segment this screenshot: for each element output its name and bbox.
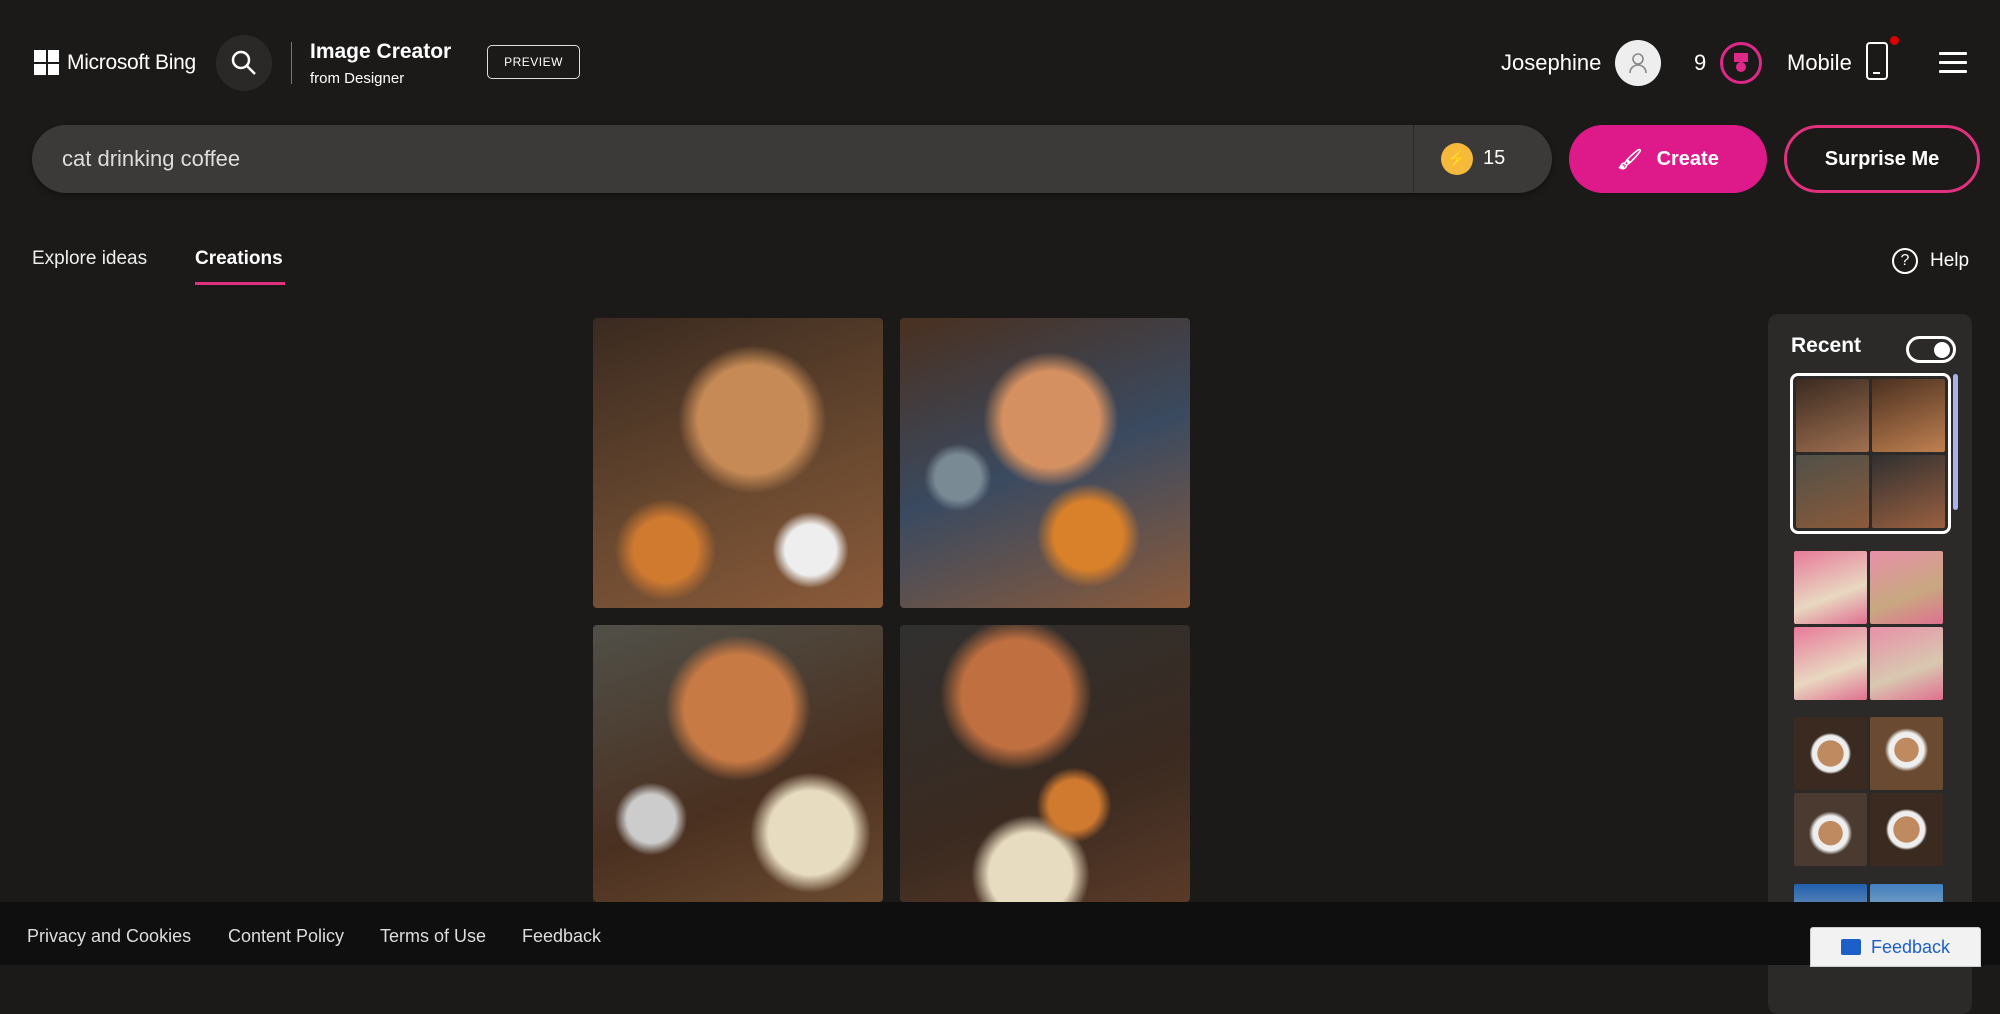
feedback-label: Feedback bbox=[1870, 936, 1951, 957]
avatar[interactable] bbox=[1615, 40, 1661, 86]
recent-group[interactable] bbox=[1794, 551, 1943, 700]
active-tab-underline bbox=[195, 282, 285, 285]
boost-count[interactable]: 15 bbox=[1483, 147, 1505, 170]
footer-link-feedback[interactable]: Feedback bbox=[522, 926, 601, 947]
recent-group-selected[interactable] bbox=[1790, 373, 1951, 534]
divider bbox=[291, 42, 292, 84]
create-label: Create bbox=[1656, 147, 1719, 170]
result-image-2[interactable] bbox=[900, 318, 1190, 608]
page-subtitle: from Designer bbox=[310, 70, 405, 87]
divider bbox=[1413, 125, 1414, 193]
surprise-me-button[interactable]: Surprise Me bbox=[1784, 125, 1980, 193]
rewards-count[interactable]: 9 bbox=[1694, 50, 1706, 76]
recent-group[interactable] bbox=[1794, 717, 1943, 866]
help-label: Help bbox=[1930, 250, 1970, 271]
footer-link-content-policy[interactable]: Content Policy bbox=[228, 926, 344, 947]
scrollbar[interactable] bbox=[1953, 374, 1958, 510]
hamburger-menu-icon[interactable] bbox=[1939, 52, 1967, 79]
prompt-bar: ⚡ 15 bbox=[32, 125, 1552, 193]
feedback-button[interactable]: Feedback bbox=[1810, 927, 1981, 967]
help-button[interactable]: ? Help bbox=[1892, 248, 1969, 274]
prompt-input[interactable] bbox=[62, 125, 1402, 193]
notification-dot bbox=[1890, 36, 1899, 45]
boost-bolt-icon[interactable]: ⚡ bbox=[1441, 143, 1473, 175]
phone-icon[interactable] bbox=[1866, 42, 1888, 80]
recent-title: Recent bbox=[1791, 334, 1862, 357]
tab-creations[interactable]: Creations bbox=[195, 248, 283, 270]
user-icon bbox=[1629, 53, 1647, 74]
bing-logo[interactable]: Microsoft Bing bbox=[34, 50, 196, 75]
tab-explore-ideas[interactable]: Explore ideas bbox=[32, 248, 147, 270]
rewards-trophy-icon[interactable] bbox=[1720, 42, 1762, 84]
result-image-1[interactable] bbox=[593, 318, 883, 608]
help-icon: ? bbox=[1892, 248, 1918, 274]
brand-name: Microsoft Bing bbox=[67, 50, 196, 74]
mobile-label[interactable]: Mobile bbox=[1787, 50, 1852, 76]
brush-sparkle-icon: 🖌 bbox=[1617, 148, 1643, 171]
create-button[interactable]: 🖌 Create bbox=[1569, 125, 1767, 193]
user-name[interactable]: Josephine bbox=[1501, 50, 1601, 76]
result-image-4[interactable] bbox=[900, 625, 1190, 902]
windows-logo-icon bbox=[34, 50, 59, 75]
recent-toggle[interactable] bbox=[1906, 336, 1956, 363]
footer-link-terms[interactable]: Terms of Use bbox=[380, 926, 486, 947]
chat-bubble-icon bbox=[1840, 939, 1861, 955]
page-title[interactable]: Image Creator bbox=[310, 40, 451, 64]
footer-link-privacy[interactable]: Privacy and Cookies bbox=[27, 926, 191, 947]
result-image-3[interactable] bbox=[593, 625, 883, 902]
search-icon bbox=[231, 50, 256, 75]
search-button[interactable] bbox=[216, 35, 272, 91]
preview-badge[interactable]: PREVIEW bbox=[487, 45, 580, 79]
